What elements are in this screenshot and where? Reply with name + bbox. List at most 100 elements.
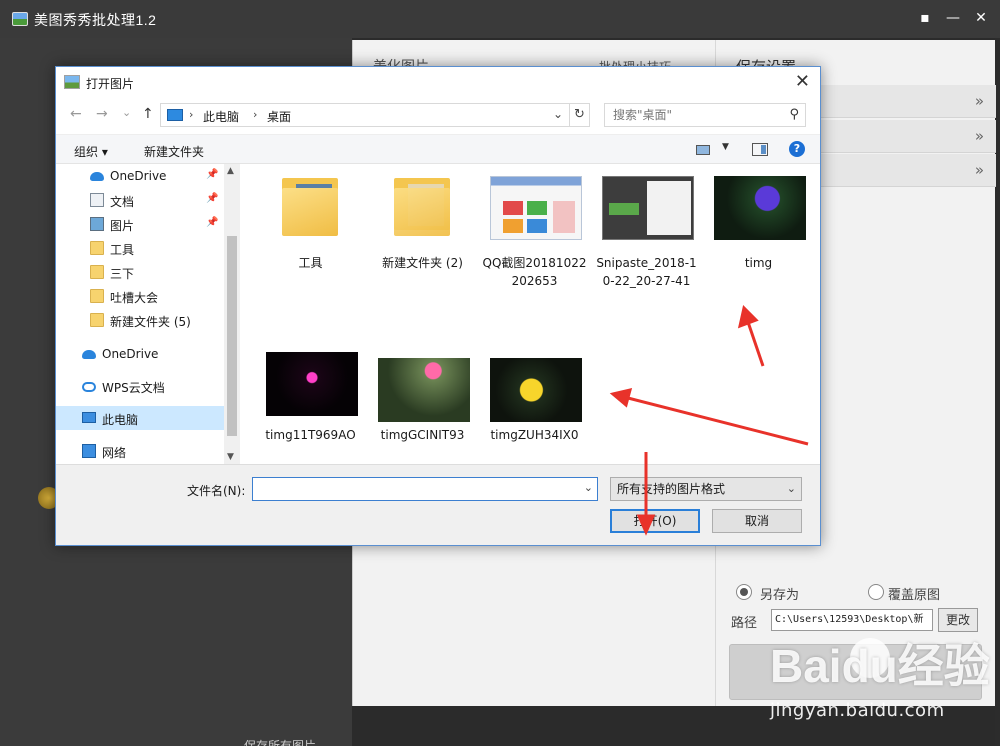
dialog-close-button[interactable]: ✕ [795,71,810,92]
address-bar[interactable]: › 此电脑 › 桌面 ⌄ [160,103,570,127]
view-dropdown-icon[interactable]: ▼ [722,142,729,152]
filetype-value: 所有支持的图片格式 [617,482,726,496]
filename-input[interactable]: ⌄ [252,477,598,501]
filetype-dropdown-icon: ⌄ [786,482,796,495]
computer-icon [167,109,183,121]
pin-icon[interactable]: 📌 [206,169,218,180]
network-icon [82,444,96,458]
nav-item-label: OneDrive [102,347,159,361]
breadcrumb-separator: › [253,108,258,121]
command-bar: 组织 ▾ 新建文件夹 ▼ ? [56,134,820,164]
breadcrumb-desktop[interactable]: 桌面 [267,108,291,125]
file-name: timgZUH34IX0 [490,428,579,442]
nav-item-documents[interactable]: 文档 📌 [56,188,224,212]
nav-item-label: 三下 [110,267,135,281]
preview-pane-icon[interactable] [752,143,768,156]
flower-thumbnail [490,358,582,422]
cloud-icon [82,350,96,359]
folder-icon [90,313,104,327]
save-as-radio[interactable] [736,584,752,600]
bottom-peek-text: 保存所有图片 [244,739,317,746]
document-icon [90,193,104,207]
filename-label: 文件名(N): [187,484,246,498]
refresh-button[interactable]: ↻ [570,103,590,127]
up-arrow-icon[interactable]: ↑ [142,106,154,122]
app-close-button[interactable]: ✕ [970,8,992,28]
file-item[interactable]: 新建文件夹 (2) [370,164,475,324]
nav-item-label: 此电脑 [102,413,139,427]
file-item[interactable]: QQ截图20181022202653 [482,164,587,324]
change-path-button[interactable]: 更改 [938,608,978,632]
nav-item-tools[interactable]: 工具 [56,236,224,260]
path-field[interactable]: C:\Users\12593\Desktop\新 [771,609,933,631]
search-input[interactable]: 搜索"桌面" ⚲ [604,103,806,127]
nav-item-label: 网络 [102,446,127,460]
flower-thumbnail [378,358,470,422]
open-button[interactable]: 打开(O) [610,509,700,533]
organize-button[interactable]: 组织 ▾ [74,143,108,160]
nav-item-network[interactable]: 网络 [56,439,224,463]
dialog-titlebar: 打开图片 ✕ [56,67,820,98]
minimize-button[interactable]: — [942,8,964,28]
pin-icon[interactable]: 📌 [206,193,218,204]
view-icon[interactable] [696,145,710,155]
filetype-select[interactable]: 所有支持的图片格式 ⌄ [610,477,802,501]
scroll-down-icon[interactable]: ▼ [227,452,234,462]
search-icon: ⚲ [789,107,799,122]
open-image-dialog: 打开图片 ✕ ← → ⌄ ↑ › 此电脑 › 桌面 ⌄ ↻ 搜索"桌面" ⚲ 组… [55,66,821,546]
overwrite-label: 覆盖原图 [888,588,941,603]
file-item[interactable]: timg [706,164,811,324]
nav-item-sanxia[interactable]: 三下 [56,260,224,284]
nav-scrollbar[interactable]: ▲ ▼ [224,164,240,464]
file-name: timg [744,256,773,270]
folder-icon [394,178,450,236]
baidu-watermark: Baidu经验 jingyan.baidu.com [770,630,990,740]
breadcrumb-this-pc[interactable]: 此电脑 [203,108,239,125]
scroll-up-icon[interactable]: ▲ [227,166,234,176]
back-arrow-icon[interactable]: ← [70,106,82,122]
app-titlebar: 美图秀秀批处理1.2 ▪ — ✕ [0,0,1000,38]
file-item[interactable]: Snipaste_2018-10-22_20-27-41 [594,164,699,324]
flower-thumbnail [714,176,806,240]
forward-arrow-icon[interactable]: → [96,106,108,122]
address-dropdown-icon[interactable]: ⌄ [553,107,563,121]
file-name: 工具 [298,256,323,270]
nav-item-onedrive-quick[interactable]: OneDrive 📌 [56,164,224,188]
nav-item-wps-cloud[interactable]: WPS云文档 [56,374,224,398]
breadcrumb-separator: › [189,108,194,121]
app-logo-icon [12,12,28,26]
nav-item-this-pc[interactable]: 此电脑 [56,406,224,430]
search-placeholder: 搜索"桌面" [613,108,673,122]
nav-item-tucao[interactable]: 吐槽大会 [56,284,224,308]
new-folder-button[interactable]: 新建文件夹 [144,143,204,160]
recent-dropdown-icon[interactable]: ⌄ [122,106,131,119]
file-item[interactable]: 工具 [258,164,363,324]
filename-dropdown-icon[interactable]: ⌄ [584,481,593,494]
nav-item-label: 图片 [110,219,135,233]
navigation-pane: OneDrive 📌 文档 📌 图片 📌 工具 三下 吐槽大会 新建文件夹 (5… [56,164,240,464]
overwrite-radio[interactable] [868,584,884,600]
folder-icon [90,241,104,255]
nav-item-onedrive[interactable]: OneDrive [56,342,224,366]
chevron-right-icon: » [974,127,984,145]
pin-icon[interactable]: 📌 [206,217,218,228]
nav-item-label: 吐槽大会 [110,291,159,305]
chevron-right-icon: » [974,161,984,179]
nav-item-label: 新建文件夹 (5) [110,315,191,329]
dialog-title: 打开图片 [86,77,135,91]
nav-item-new-folder-5[interactable]: 新建文件夹 (5) [56,308,224,332]
watermark-url: jingyan.baidu.com [770,700,945,721]
feedback-icon[interactable]: ▪ [914,8,936,28]
screenshot-thumbnail [490,176,582,240]
nav-item-label: 工具 [110,243,135,257]
help-icon[interactable]: ? [789,141,805,157]
dialog-bottom-bar: 文件名(N): ⌄ 所有支持的图片格式 ⌄ 打开(O) 取消 [56,464,820,545]
folder-icon [282,178,338,236]
cancel-button[interactable]: 取消 [712,509,802,533]
scroll-thumb[interactable] [227,236,237,436]
file-name: QQ截图20181022202653 [482,256,587,288]
nav-item-pictures[interactable]: 图片 📌 [56,212,224,236]
save-as-label: 另存为 [760,588,800,603]
folder-icon [90,289,104,303]
app-title: 美图秀秀批处理1.2 [34,12,157,28]
